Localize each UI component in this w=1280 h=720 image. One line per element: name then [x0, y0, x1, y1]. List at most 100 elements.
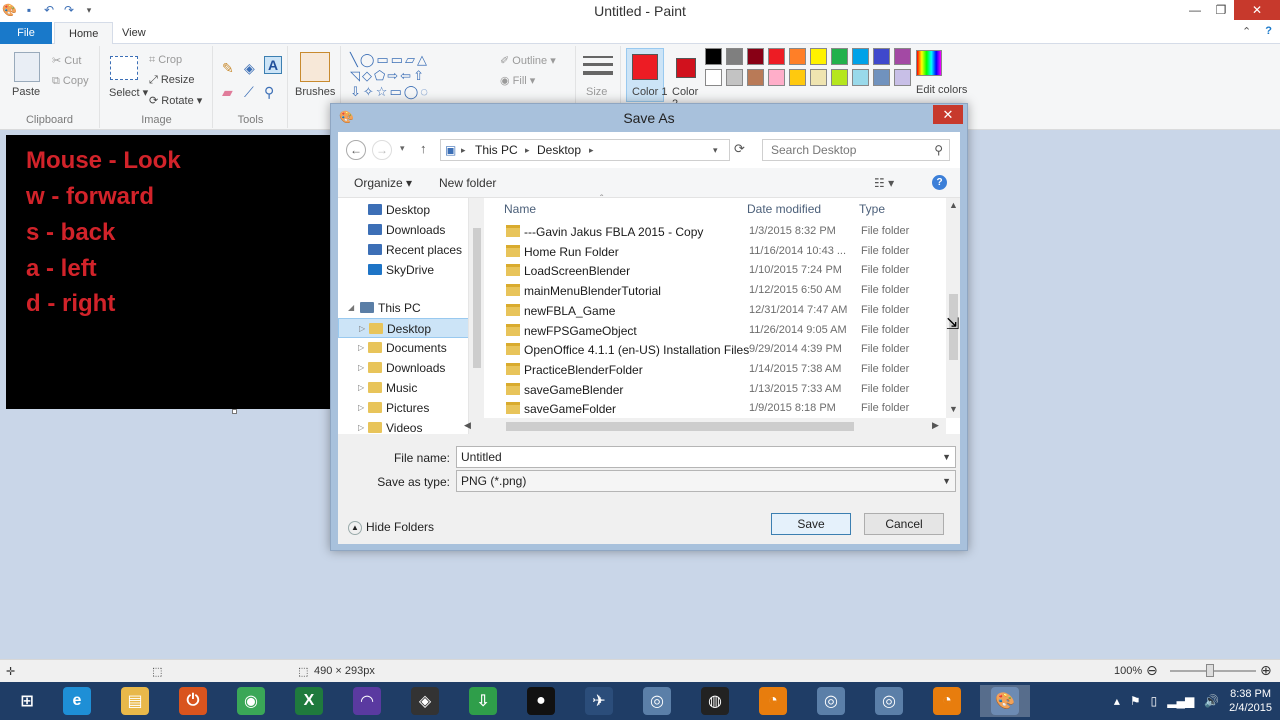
column-header-type[interactable]: Type — [859, 202, 885, 216]
breadcrumb-this-pc[interactable]: This PC — [475, 140, 518, 160]
text-tool-icon[interactable]: A — [264, 56, 283, 74]
palette-color-swatch[interactable] — [831, 69, 848, 86]
power-icon[interactable]: ⏻ — [168, 685, 218, 717]
fill-button[interactable]: ◉ Fill ▾ — [500, 74, 535, 87]
minimize-button[interactable]: — — [1182, 0, 1208, 20]
save-as-type-select[interactable]: PNG (*.png) ▼ — [456, 470, 956, 492]
table-row[interactable]: newFPSGameObject 11/26/2014 9:05 AM File f… — [484, 321, 944, 340]
palette-color-swatch[interactable] — [789, 48, 806, 65]
edit-colors-icon[interactable] — [916, 50, 942, 76]
tab-home[interactable]: Home — [54, 22, 114, 44]
copy-button[interactable]: ⧉ Copy — [52, 75, 89, 88]
file-list-vertical-scrollbar[interactable]: ▲ ▼ — [946, 198, 960, 418]
paste-button[interactable]: Paste — [12, 86, 40, 98]
file-list-horizontal-scrollbar[interactable]: ◀ ▶ — [464, 418, 946, 434]
help-icon[interactable]: ? — [1265, 25, 1272, 38]
table-row[interactable]: LoadScreenBlender 1/10/2015 7:24 PM File f… — [484, 261, 944, 280]
tab-view[interactable]: View — [108, 22, 160, 44]
palette-color-swatch[interactable] — [768, 69, 785, 86]
nav-item[interactable]: ▷ Documents — [338, 338, 468, 358]
back-button[interactable]: ← — [346, 140, 366, 160]
brush-icon[interactable] — [300, 52, 330, 82]
nav-item[interactable]: ▷ Pictures — [338, 398, 468, 418]
palette-color-swatch[interactable] — [747, 69, 764, 86]
outline-button[interactable]: ✐ Outline ▾ — [500, 54, 556, 67]
navigation-pane-scrollbar[interactable] — [471, 198, 483, 434]
palette-color-swatch[interactable] — [726, 48, 743, 65]
table-row[interactable]: ---Gavin Jakus FBLA 2015 - Copy 1/3/2015 … — [484, 222, 944, 241]
collapse-arrow-icon[interactable]: ◢ — [348, 298, 354, 318]
size-button[interactable]: Size — [586, 86, 607, 98]
close-window-button[interactable]: ✕ — [1234, 0, 1280, 20]
windows-logo-icon[interactable]: ⊞ — [2, 685, 52, 717]
nav-item[interactable]: ▷ Downloads — [338, 358, 468, 378]
breadcrumb-desktop[interactable]: Desktop — [537, 140, 581, 160]
headphones-icon[interactable]: ◠ — [342, 685, 392, 717]
edit-colors-button[interactable]: Edit colors — [916, 84, 967, 96]
scrollbar-thumb[interactable] — [473, 228, 481, 368]
zoom-in-button[interactable]: ⊕ — [1260, 662, 1272, 679]
save-button[interactable]: Save — [771, 513, 851, 535]
zoom-slider-thumb[interactable] — [1206, 664, 1214, 677]
address-dropdown-icon[interactable]: ▾ — [713, 140, 718, 160]
brushes-button[interactable]: Brushes — [295, 86, 335, 98]
shapes-gallery[interactable]: ╲◯▭▭▱△ ◹◇⬠⇨⇦⇧ ⇩✧☆▭◯◌ — [350, 52, 430, 100]
table-row[interactable]: OpenOffice 4.1.1 (en-US) Installation Fi… — [484, 340, 944, 359]
select-button[interactable]: Select ▾ — [109, 86, 148, 99]
help-icon[interactable]: ? — [932, 175, 947, 190]
expand-arrow-icon[interactable]: ▷ — [358, 378, 364, 398]
nav-item[interactable]: ▷ Desktop — [338, 318, 468, 338]
unity-icon[interactable]: ◈ — [400, 685, 450, 717]
scroll-up-icon[interactable]: ▲ — [949, 200, 958, 210]
cancel-button[interactable]: Cancel — [864, 513, 944, 535]
size-line-icon[interactable] — [583, 56, 613, 58]
size-line-icon[interactable] — [583, 63, 613, 66]
palette-color-swatch[interactable] — [831, 48, 848, 65]
app-icon[interactable]: ◎ — [632, 685, 682, 717]
clock[interactable]: 8:38 PM 2/4/2015 — [1229, 687, 1272, 715]
expand-arrow-icon[interactable]: ▷ — [358, 398, 364, 418]
tab-file[interactable]: File — [0, 22, 52, 44]
palette-color-swatch[interactable] — [852, 69, 869, 86]
new-folder-button[interactable]: New folder — [439, 176, 496, 190]
download-icon[interactable]: ⇩ — [458, 685, 508, 717]
select-icon[interactable] — [110, 56, 138, 80]
palette-color-swatch[interactable] — [894, 69, 911, 86]
file-name-input[interactable]: Untitled ▼ — [456, 446, 956, 468]
palette-color-swatch[interactable] — [705, 48, 722, 65]
internet-explorer-icon[interactable]: e — [52, 685, 102, 717]
zoom-out-button[interactable]: ⊖ — [1146, 662, 1158, 679]
up-level-icon[interactable]: ↑ — [420, 141, 427, 156]
scroll-left-icon[interactable]: ◀ — [464, 420, 471, 431]
paste-icon[interactable] — [14, 52, 40, 82]
color-picker-icon[interactable]: ⟋ — [244, 84, 254, 101]
scroll-down-icon[interactable]: ▼ — [949, 404, 958, 414]
palette-color-swatch[interactable] — [747, 48, 764, 65]
palette-color-swatch[interactable] — [768, 48, 785, 65]
size-line-icon[interactable] — [583, 71, 613, 75]
address-bar[interactable]: ▣ ▸ This PC ▸ Desktop ▸ ▾ — [440, 139, 730, 161]
drawing-canvas[interactable]: Mouse - Look w - forward s - back a - le… — [6, 135, 330, 409]
palette-color-swatch[interactable] — [810, 69, 827, 86]
forward-button[interactable]: → — [372, 140, 392, 160]
minimize-ribbon-icon[interactable]: ⌃ — [1242, 25, 1251, 38]
table-row[interactable]: PracticeBlenderFolder 1/14/2015 7:38 AM Fi… — [484, 360, 944, 379]
network-icon[interactable]: ▂▄▆ — [1167, 694, 1194, 708]
organize-button[interactable]: Organize ▾ — [354, 176, 412, 190]
app-icon[interactable]: ◎ — [806, 685, 856, 717]
record-icon[interactable]: ● — [516, 685, 566, 717]
pencil-icon[interactable]: ✎ — [222, 60, 234, 77]
scrollbar-thumb[interactable] — [506, 422, 854, 431]
nav-item[interactable]: ▷ Music — [338, 378, 468, 398]
paint-icon[interactable]: 🎨 — [980, 685, 1030, 717]
palette-color-swatch[interactable] — [873, 48, 890, 65]
blender-icon[interactable]: ◔ — [922, 685, 972, 717]
volume-icon[interactable]: 🔊 — [1204, 694, 1219, 708]
palette-color-swatch[interactable] — [873, 69, 890, 86]
nav-item[interactable]: SkyDrive — [338, 260, 468, 280]
palette-color-swatch[interactable] — [705, 69, 722, 86]
nav-item[interactable]: ▷ Videos — [338, 418, 468, 434]
table-row[interactable]: saveGameFolder 1/9/2015 8:18 PM File folde… — [484, 399, 944, 418]
chrome-icon[interactable]: ◉ — [226, 685, 276, 717]
battery-icon[interactable]: ▯ — [1151, 694, 1158, 708]
